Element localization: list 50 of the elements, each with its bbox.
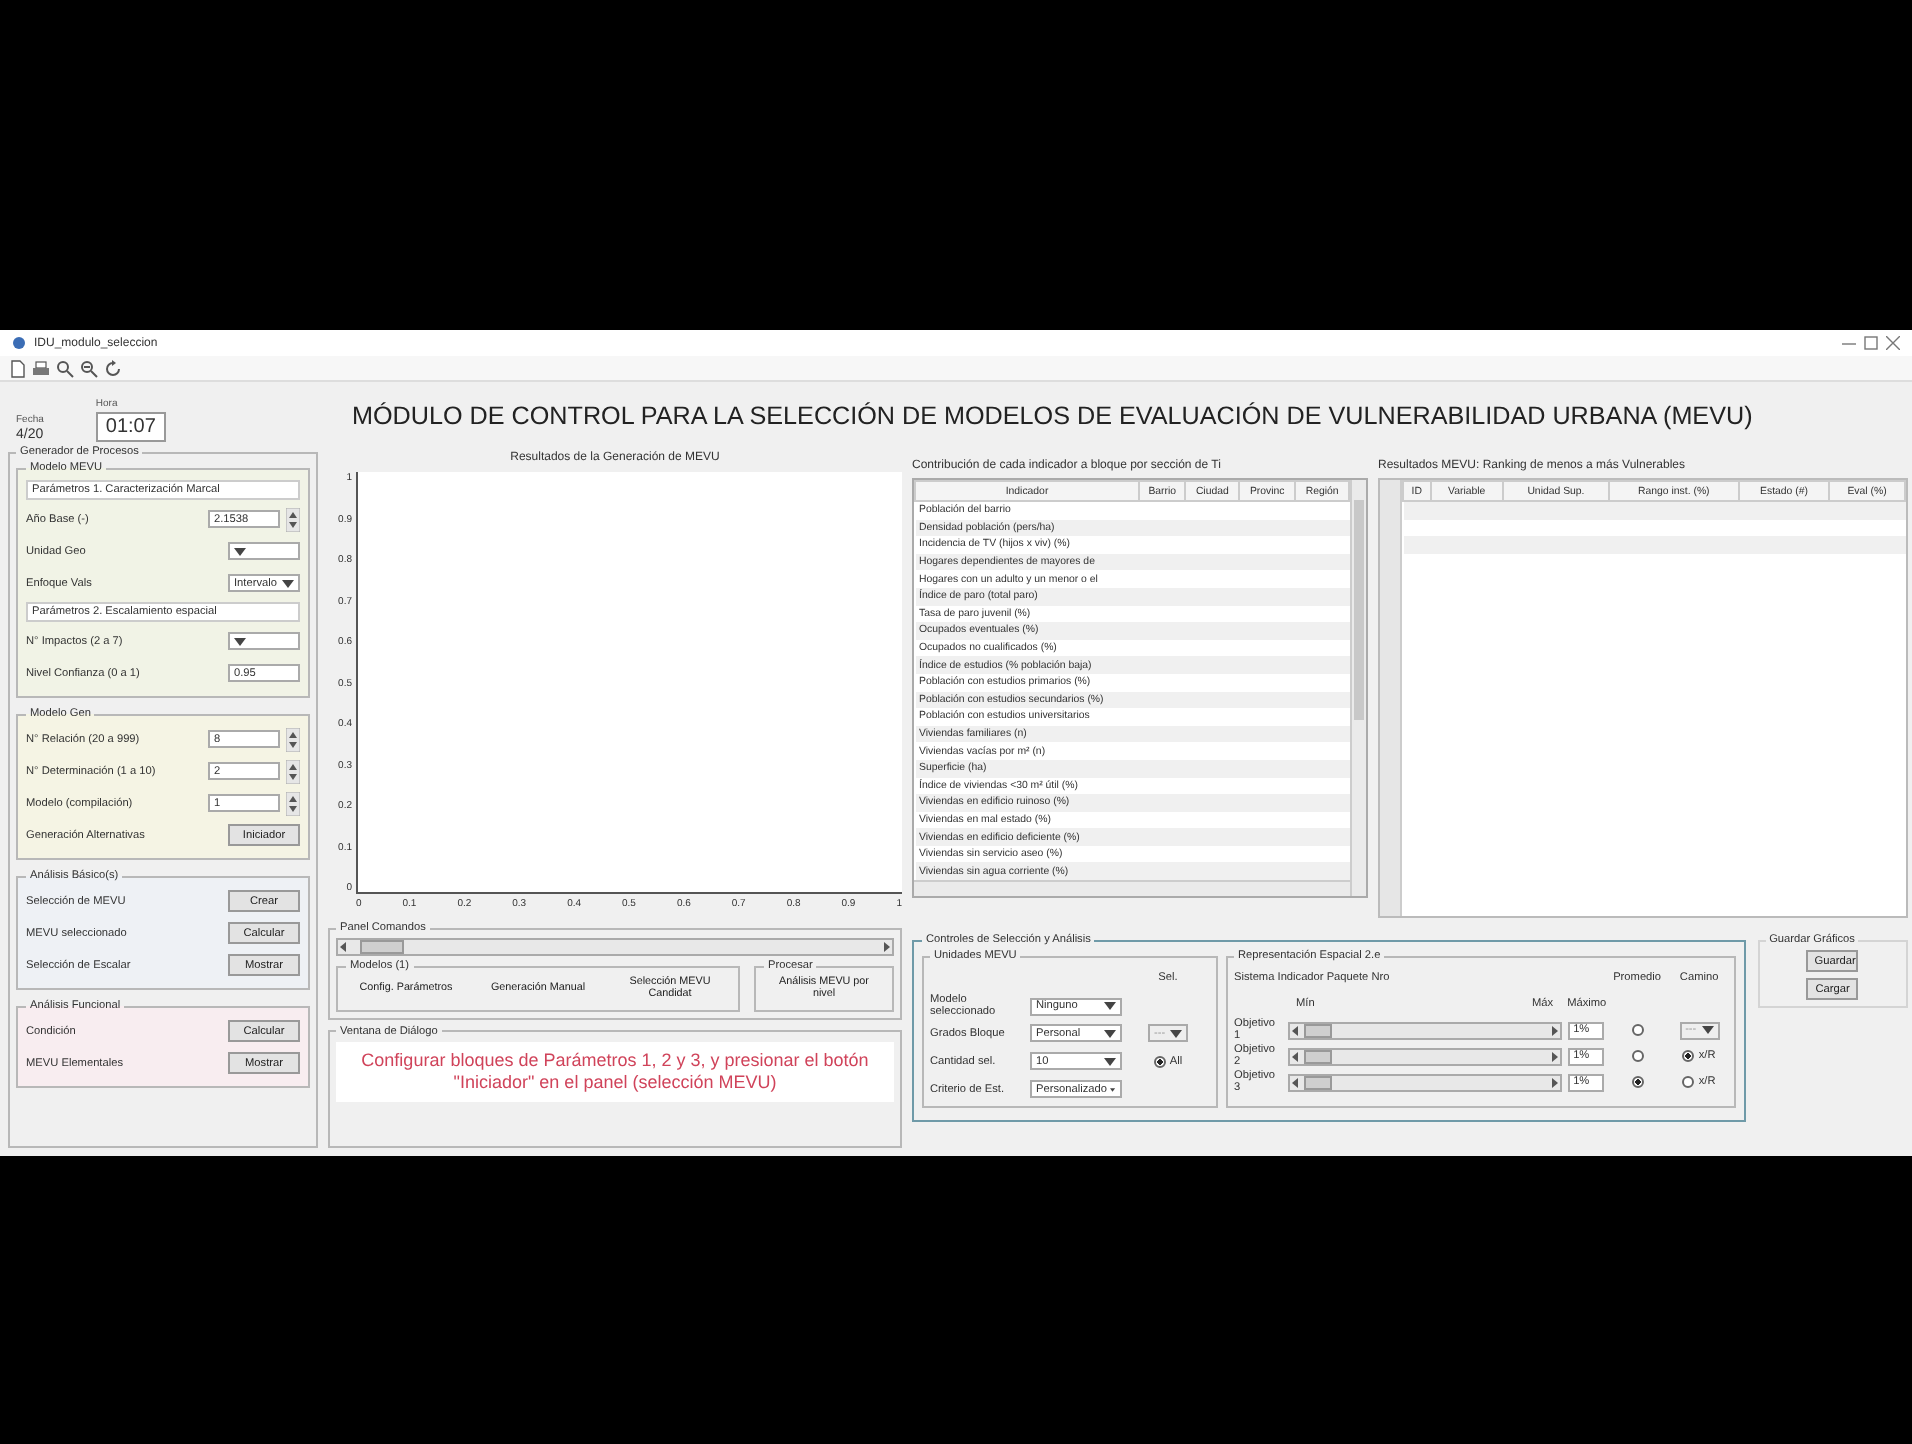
dialog-message: Configurar bloques de Parámetros 1, 2 y 3, y presionar el botón "Iniciador" en el panel (selección MEVU) — [336, 1041, 894, 1103]
arrow-left-icon[interactable] — [338, 942, 348, 952]
slider-track[interactable] — [1288, 1021, 1562, 1039]
radio-button[interactable] — [1153, 1055, 1166, 1067]
arrow-left-icon[interactable] — [1290, 1051, 1300, 1061]
file-icon[interactable] — [10, 359, 26, 377]
spinner-icon[interactable] — [286, 791, 300, 815]
app-icon — [12, 336, 26, 350]
slider-track[interactable] — [1288, 1047, 1562, 1065]
caret-icon — [1104, 1002, 1116, 1010]
radio-button[interactable] — [1682, 1076, 1695, 1088]
spinner-icon[interactable] — [286, 759, 300, 783]
arrow-right-icon[interactable] — [1549, 1051, 1560, 1061]
radio-button[interactable] — [1631, 1050, 1644, 1062]
arrow-right-icon[interactable] — [882, 942, 892, 952]
slider-track[interactable] — [1288, 1073, 1562, 1091]
dropdown[interactable] — [228, 542, 300, 560]
page-title: MÓDULO DE CONTROL PARA LA SELECCIÓN DE MODELOS DE EVALUACIÓN DE VULNERABILIDAD URBANA (MEVU) — [350, 402, 1755, 430]
printer-icon[interactable] — [32, 359, 50, 377]
radio-button[interactable] — [1631, 1024, 1644, 1036]
zoom-out-icon[interactable] — [80, 359, 98, 377]
arrow-right-icon[interactable] — [1549, 1077, 1560, 1087]
caret-icon — [1170, 1029, 1182, 1037]
maximize-icon[interactable] — [1864, 336, 1878, 350]
slider-thumb[interactable] — [1303, 1049, 1332, 1063]
radio-button[interactable] — [1631, 1076, 1644, 1088]
slider-thumb[interactable] — [360, 940, 405, 954]
arrow-left-icon[interactable] — [1290, 1077, 1300, 1087]
dropdown[interactable] — [228, 632, 300, 650]
caret-icon — [282, 579, 294, 587]
zoom-in-icon[interactable] — [56, 359, 74, 377]
spinner-icon[interactable] — [286, 727, 300, 751]
slider-track[interactable] — [336, 938, 894, 956]
rotate-icon[interactable] — [104, 359, 122, 377]
caret-icon — [1104, 1029, 1116, 1037]
spinner-icon[interactable] — [286, 507, 300, 531]
arrow-left-icon[interactable] — [1290, 1025, 1300, 1035]
caret-icon — [1701, 1026, 1714, 1034]
radio-button[interactable] — [1682, 1050, 1695, 1062]
caret-icon — [234, 637, 246, 645]
close-icon[interactable] — [1886, 336, 1900, 350]
slider-thumb[interactable] — [1303, 1023, 1332, 1037]
vertical-scrollbar[interactable] — [1350, 480, 1366, 897]
slider-thumb[interactable] — [1303, 1075, 1332, 1089]
time-display: 01:07 — [95, 412, 166, 442]
caret-icon — [234, 547, 246, 555]
horizontal-scrollbar[interactable] — [914, 880, 1350, 897]
arrow-right-icon[interactable] — [1549, 1025, 1560, 1035]
caret-icon — [1110, 1085, 1116, 1093]
caret-icon — [1104, 1057, 1116, 1065]
